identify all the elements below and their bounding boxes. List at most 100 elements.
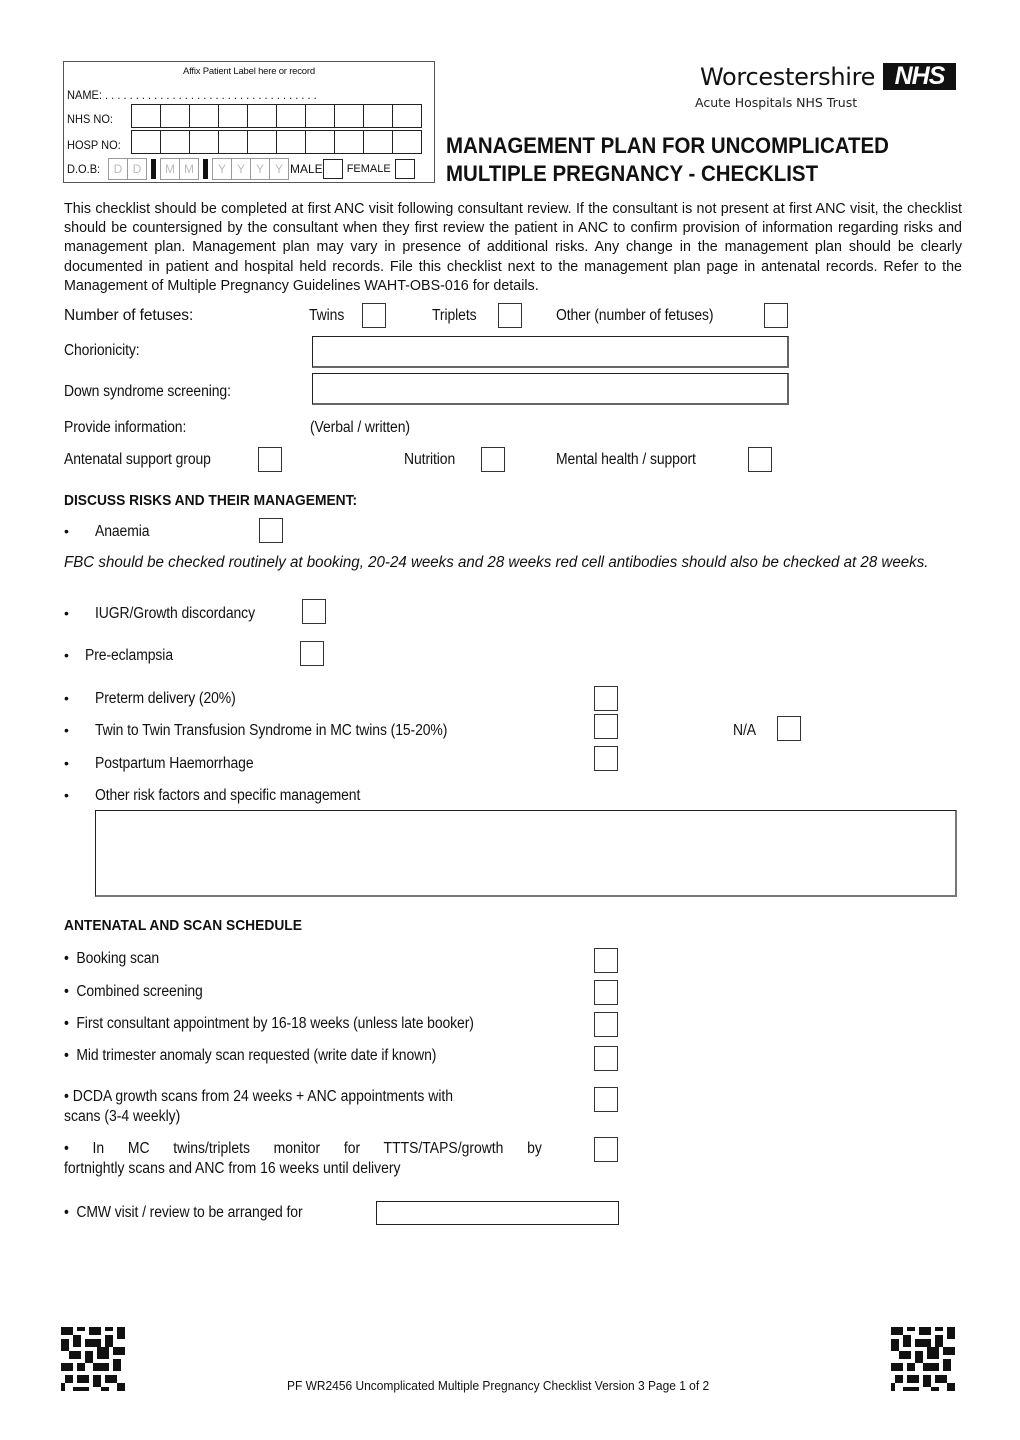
bullet-icon: •	[64, 1204, 69, 1221]
female-checkbox[interactable]	[394, 159, 415, 179]
female-label: FEMALE	[346, 163, 391, 175]
hosp-no-label: HOSP NO:	[67, 138, 121, 152]
schedule-item-label: Combined screening	[76, 983, 203, 1000]
dob-field[interactable]: D D M M Y Y Y Y MALE FEMALE	[108, 158, 415, 180]
dcda-line-1: • DCDA growth scans from 24 weeks + ANC …	[64, 1087, 536, 1107]
nhs-no-cell[interactable]	[305, 104, 335, 128]
nhs-no-cell[interactable]	[363, 104, 393, 128]
hosp-no-cell[interactable]	[363, 130, 393, 154]
bullet-icon: •	[64, 605, 69, 621]
dob-month-cell[interactable]: M	[179, 158, 199, 180]
dob-separator	[203, 159, 208, 179]
other-risk-label: Other risk factors and specific manageme…	[95, 787, 361, 804]
anomaly-scan-checkbox[interactable]	[594, 1046, 618, 1071]
qr-code-right-icon	[891, 1327, 955, 1391]
chorionicity-field[interactable]	[312, 336, 789, 368]
nhs-no-cell[interactable]	[334, 104, 364, 128]
trust-logo-subtitle: Acute Hospitals NHS Trust	[695, 95, 858, 110]
schedule-item-dcda: • DCDA growth scans from 24 weeks + ANC …	[64, 1087, 536, 1126]
bullet-icon: •	[64, 755, 69, 771]
provide-info-mode: (Verbal / written)	[310, 419, 410, 436]
iugr-label: IUGR/Growth discordancy	[95, 605, 255, 622]
bullet-icon: •	[64, 1015, 69, 1032]
down-syndrome-field[interactable]	[312, 373, 789, 405]
male-checkbox[interactable]	[322, 159, 343, 179]
nutrition-checkbox[interactable]	[481, 447, 505, 472]
ttts-checkbox[interactable]	[594, 714, 618, 739]
dob-day-cell[interactable]: D	[108, 158, 128, 180]
dcda-checkbox[interactable]	[594, 1087, 618, 1112]
bullet-icon: •	[64, 950, 69, 967]
hosp-no-cell[interactable]	[305, 130, 335, 154]
preterm-label: Preterm delivery (20%)	[95, 690, 236, 707]
schedule-item-cmw: • CMW visit / review to be arranged for	[64, 1204, 303, 1222]
hosp-no-cell[interactable]	[131, 130, 161, 154]
pph-checkbox[interactable]	[594, 746, 618, 771]
combined-screening-checkbox[interactable]	[594, 980, 618, 1005]
other-risk-textarea[interactable]	[95, 810, 957, 897]
twins-checkbox[interactable]	[362, 303, 386, 328]
schedule-item-mc-twins: • In MC twins/triplets monitor for TTTS/…	[64, 1139, 542, 1178]
twins-label: Twins	[309, 307, 345, 324]
nhs-no-cell[interactable]	[189, 104, 219, 128]
dob-year-cell[interactable]: Y	[250, 158, 270, 180]
dob-year-cell[interactable]: Y	[269, 158, 289, 180]
preterm-checkbox[interactable]	[594, 686, 618, 711]
name-label: NAME:	[67, 88, 102, 102]
anaemia-label: Anaemia	[95, 523, 150, 540]
dob-year-cell[interactable]: Y	[231, 158, 251, 180]
schedule-item-label: Booking scan	[76, 950, 160, 967]
schedule-item-label: Mid trimester anomaly scan requested (wr…	[76, 1047, 437, 1064]
intro-paragraph: This checklist should be completed at fi…	[64, 201, 962, 294]
cmw-field[interactable]	[376, 1201, 619, 1225]
male-label: MALE	[290, 162, 323, 176]
page-title: MANAGEMENT PLAN FOR UNCOMPLICATED MULTIP…	[446, 132, 889, 188]
booking-scan-checkbox[interactable]	[594, 948, 618, 973]
bullet-icon: •	[64, 722, 69, 738]
schedule-item-booking: • Booking scan	[64, 950, 159, 968]
hosp-no-cell[interactable]	[189, 130, 219, 154]
down-syndrome-label: Down syndrome screening:	[64, 383, 231, 400]
schedule-item-combined: • Combined screening	[64, 983, 203, 1001]
hosp-no-cell[interactable]	[160, 130, 190, 154]
dob-year-cell[interactable]: Y	[212, 158, 232, 180]
dob-label: D.O.B:	[67, 162, 101, 176]
nhs-no-cell[interactable]	[247, 104, 277, 128]
hosp-no-field[interactable]	[131, 130, 422, 154]
iugr-checkbox[interactable]	[302, 599, 326, 624]
nhs-logo: NHS	[883, 63, 956, 90]
nhs-no-cell[interactable]	[392, 104, 422, 128]
mc-twins-checkbox[interactable]	[594, 1137, 618, 1162]
bullet-icon: •	[64, 690, 69, 706]
triplets-checkbox[interactable]	[498, 303, 522, 328]
nhs-no-cell[interactable]	[276, 104, 306, 128]
consultant-appointment-checkbox[interactable]	[594, 1012, 618, 1037]
dob-month-cell[interactable]: M	[160, 158, 180, 180]
nhs-no-cell[interactable]	[218, 104, 248, 128]
other-fetuses-checkbox[interactable]	[764, 303, 788, 328]
antenatal-support-checkbox[interactable]	[258, 447, 282, 472]
dob-separator	[151, 159, 156, 179]
name-field[interactable]: . . . . . . . . . . . . . . . . . . . . …	[105, 88, 317, 102]
dob-day-cell[interactable]: D	[127, 158, 147, 180]
antenatal-support-label: Antenatal support group	[64, 451, 211, 468]
hosp-no-cell[interactable]	[247, 130, 277, 154]
hosp-no-cell[interactable]	[334, 130, 364, 154]
anaemia-checkbox[interactable]	[259, 518, 283, 543]
nhs-no-field[interactable]	[131, 104, 422, 128]
mental-health-checkbox[interactable]	[748, 447, 772, 472]
page-footer: PF WR2456 Uncomplicated Multiple Pregnan…	[287, 1378, 710, 1393]
mc-line-1: • In MC twins/triplets monitor for TTTS/…	[64, 1140, 542, 1157]
nhs-no-cell[interactable]	[160, 104, 190, 128]
nhs-no-cell[interactable]	[131, 104, 161, 128]
hosp-no-cell[interactable]	[392, 130, 422, 154]
mental-health-label: Mental health / support	[556, 451, 696, 468]
title-line-1: MANAGEMENT PLAN FOR UNCOMPLICATED	[446, 133, 889, 158]
hosp-no-cell[interactable]	[218, 130, 248, 154]
ttts-na-checkbox[interactable]	[777, 716, 801, 741]
schedule-heading: ANTENATAL AND SCAN SCHEDULE	[64, 917, 302, 934]
chorionicity-label: Chorionicity:	[64, 342, 140, 359]
title-line-2: MULTIPLE PREGNANCY - CHECKLIST	[446, 161, 819, 186]
pre-eclampsia-checkbox[interactable]	[300, 641, 324, 666]
hosp-no-cell[interactable]	[276, 130, 306, 154]
